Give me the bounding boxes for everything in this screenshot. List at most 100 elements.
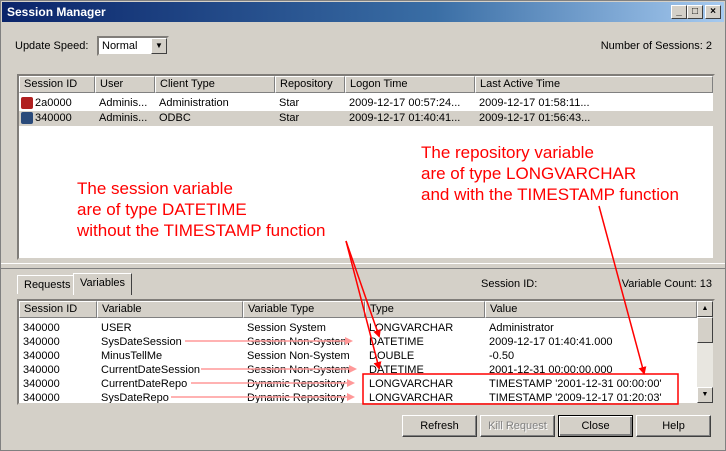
variables-list[interactable]: Session ID Variable Variable Type Type V… bbox=[17, 299, 715, 405]
close-window-button[interactable]: × bbox=[705, 5, 721, 19]
repo-annotation-line: and with the TIMESTAMP function bbox=[421, 185, 679, 204]
cell-variable-type: Session Non-System bbox=[247, 336, 350, 348]
session-annotation-line: without the TIMESTAMP function bbox=[77, 221, 326, 240]
cell-value: TIMESTAMP '2001-12-31 00:00:00' bbox=[489, 378, 662, 390]
table-row[interactable]: 340000 CurrentDateRepo Dynamic Repository L… bbox=[19, 377, 697, 391]
update-speed-value: Normal bbox=[102, 40, 138, 52]
update-speed-label: Update Speed: bbox=[15, 40, 89, 52]
scroll-up-button[interactable]: ▲ bbox=[697, 301, 713, 317]
cell-value: -0.50 bbox=[489, 350, 515, 362]
cell-value: 2009-12-17 01:40:41.000 bbox=[489, 336, 613, 348]
table-row[interactable]: 340000 SysDateRepo Dynamic Repository LONGV… bbox=[19, 391, 697, 404]
chevron-down-icon[interactable]: ▼ bbox=[151, 38, 167, 54]
cell-variable: SysDateRepo bbox=[101, 392, 169, 404]
cell-variable: SysDateSession bbox=[101, 336, 182, 348]
cell-variable-type: Dynamic Repository bbox=[247, 392, 346, 404]
maximize-icon: □ bbox=[691, 6, 699, 17]
cell-value: Administrator bbox=[489, 322, 554, 334]
variables-scrollbar[interactable]: ▲ ▼ bbox=[697, 301, 713, 403]
tab-variables[interactable]: Variables bbox=[73, 273, 133, 295]
tab-requests-label: Requests bbox=[24, 279, 71, 291]
col-header-client-type[interactable]: Client Type bbox=[155, 76, 275, 93]
cell-session-id: 340000 bbox=[35, 112, 72, 124]
repo-annotation-line: The repository variable bbox=[421, 143, 594, 162]
help-button[interactable]: Help bbox=[636, 415, 711, 437]
col-header-session-id[interactable]: Session ID bbox=[19, 301, 97, 318]
table-row[interactable]: 340000 USER Session System LONGVARCHAR Admin… bbox=[19, 321, 697, 335]
cell-variable-type: Session Non-System bbox=[247, 364, 350, 376]
pane-splitter[interactable] bbox=[1, 263, 725, 269]
cell-type: DATETIME bbox=[369, 336, 424, 348]
cell-last-active: 2009-12-17 01:56:43... bbox=[479, 112, 591, 124]
session-manager-window: Session Manager _ □ × Update Speed: Norm… bbox=[0, 0, 726, 451]
cell-variable: CurrentDateSession bbox=[101, 364, 201, 376]
table-row[interactable]: 2a0000 Adminis... Administration Star 20… bbox=[19, 96, 713, 111]
kill-request-button[interactable]: Kill Request bbox=[480, 415, 555, 437]
cell-user: Adminis... bbox=[99, 97, 148, 109]
table-row-selected[interactable]: 340000 Adminis... ODBC Star 2009-12-17 0… bbox=[19, 111, 713, 126]
cell-variable-type: Dynamic Repository bbox=[247, 378, 346, 390]
col-header-user[interactable]: User bbox=[95, 76, 155, 93]
cell-session-id: 2a0000 bbox=[35, 97, 72, 109]
cell-session-id: 340000 bbox=[23, 336, 60, 348]
scroll-thumb[interactable] bbox=[697, 317, 713, 343]
session-count: Number of Sessions: 2 bbox=[600, 40, 712, 52]
scroll-down-button[interactable]: ▼ bbox=[697, 387, 713, 403]
cell-client-type: Administration bbox=[159, 97, 229, 109]
cell-type: LONGVARCHAR bbox=[369, 322, 454, 334]
kill-request-button-label: Kill Request bbox=[488, 420, 547, 432]
col-header-variable[interactable]: Variable bbox=[97, 301, 243, 318]
cell-repository: Star bbox=[279, 112, 300, 124]
repo-annotation: The repository variable are of type LONG… bbox=[421, 142, 679, 205]
cell-logon-time: 2009-12-17 00:57:24... bbox=[349, 97, 461, 109]
col-header-repository[interactable]: Repository bbox=[275, 76, 345, 93]
cell-variable-type: Session Non-System bbox=[247, 350, 350, 362]
cell-type: LONGVARCHAR bbox=[369, 378, 454, 390]
cell-type: DATETIME bbox=[369, 364, 424, 376]
session-annotation-line: The session variable bbox=[77, 179, 233, 198]
variable-count: Variable Count: 13 bbox=[621, 278, 712, 290]
maximize-button[interactable]: □ bbox=[687, 5, 703, 19]
session-annotation-line: are of type DATETIME bbox=[77, 200, 247, 219]
cell-session-id: 340000 bbox=[23, 392, 60, 404]
cell-value: TIMESTAMP '2009-12-17 01:20:03' bbox=[489, 392, 662, 404]
tab-variables-label: Variables bbox=[80, 277, 126, 289]
session-icon bbox=[21, 97, 33, 109]
title-bar[interactable]: Session Manager _ □ × bbox=[2, 2, 724, 22]
cell-value: 2001-12-31 00:00:00.000 bbox=[489, 364, 613, 376]
update-speed-select[interactable]: Normal ▼ bbox=[97, 36, 169, 56]
col-header-type[interactable]: Type bbox=[365, 301, 485, 318]
session-id-label: Session ID: bbox=[481, 278, 538, 290]
cell-session-id: 340000 bbox=[23, 364, 60, 376]
tab-requests[interactable]: Requests bbox=[17, 275, 78, 294]
refresh-button[interactable]: Refresh bbox=[402, 415, 477, 437]
close-button-label: Close bbox=[581, 420, 610, 432]
help-button-label: Help bbox=[662, 420, 685, 432]
col-header-variable-type[interactable]: Variable Type bbox=[243, 301, 365, 318]
col-header-value[interactable]: Value bbox=[485, 301, 697, 318]
table-row[interactable]: 340000 MinusTellMe Session Non-System DOUBL… bbox=[19, 349, 697, 363]
cell-variable: CurrentDateRepo bbox=[101, 378, 188, 390]
cell-session-id: 340000 bbox=[23, 322, 60, 334]
minimize-icon: _ bbox=[676, 6, 682, 17]
col-header-last-active-time[interactable]: Last Active Time bbox=[475, 76, 713, 93]
cell-variable: USER bbox=[101, 322, 132, 334]
window-title: Session Manager bbox=[7, 5, 106, 19]
col-header-session-id[interactable]: Session ID bbox=[19, 76, 95, 93]
session-annotation: The session variable are of type DATETIM… bbox=[77, 178, 326, 241]
cell-session-id: 340000 bbox=[23, 378, 60, 390]
minimize-button[interactable]: _ bbox=[671, 5, 687, 19]
session-icon bbox=[21, 112, 33, 124]
cell-session-id: 340000 bbox=[23, 350, 60, 362]
close-button[interactable]: Close bbox=[558, 415, 633, 437]
cell-variable-type: Session System bbox=[247, 322, 326, 334]
repo-annotation-line: are of type LONGVARCHAR bbox=[421, 164, 637, 183]
cell-type: DOUBLE bbox=[369, 350, 415, 362]
table-row[interactable]: 340000 SysDateSession Session Non-System DA… bbox=[19, 335, 697, 349]
cell-variable: MinusTellMe bbox=[101, 350, 163, 362]
cell-last-active: 2009-12-17 01:58:11... bbox=[479, 97, 590, 109]
cell-type: LONGVARCHAR bbox=[369, 392, 454, 404]
col-header-logon-time[interactable]: Logon Time bbox=[345, 76, 475, 93]
refresh-button-label: Refresh bbox=[420, 420, 459, 432]
table-row[interactable]: 340000 CurrentDateSession Session Non-Syst… bbox=[19, 363, 697, 377]
